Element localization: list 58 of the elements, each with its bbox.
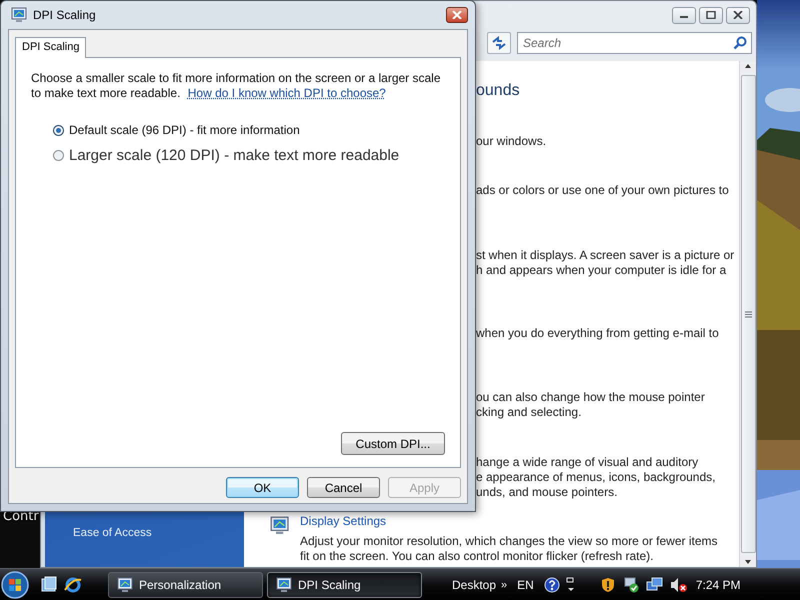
description-text: Choose a smaller scale to fit more information on the screen or a larger scale to make text more readable. How do I know which DPI to choose? [31, 71, 442, 101]
windows-stack-icon[interactable] [40, 576, 58, 594]
search-field[interactable]: Search [517, 32, 752, 54]
volume-muted-icon[interactable] [670, 576, 688, 592]
refresh-button[interactable] [487, 32, 511, 54]
description-text: st when it displays. A screen saver is a picture or [476, 248, 736, 263]
help-link[interactable]: How do I know which DPI to choose? [188, 86, 386, 100]
description-text: ou can also change how the mouse pointer [476, 390, 706, 405]
monitor-icon [268, 514, 290, 536]
monitor-icon [117, 576, 133, 592]
description-text: cking and selecting. [476, 405, 582, 420]
radio-option[interactable]: Default scale (96 DPI) - fit more information [53, 123, 445, 137]
description-text: when you do everything from getting e-mail to [476, 326, 720, 341]
description-text: fit on the screen. You can also control monitor flicker (refresh rate). [300, 549, 655, 564]
taskbar-button[interactable]: DPI Scaling [267, 572, 422, 598]
language-indicator[interactable]: EN [517, 578, 534, 592]
description-text: ads or colors or use one of your own pictures to [476, 183, 730, 198]
toolbar-label[interactable]: Desktop [452, 578, 496, 592]
scrollbar[interactable] [739, 61, 756, 567]
network-icon[interactable] [622, 576, 640, 592]
dialog-button[interactable]: Cancel [307, 477, 380, 498]
help-icon[interactable] [544, 576, 560, 592]
description-text: hange a wide range of visual and auditory [476, 455, 700, 470]
section-heading: ounds [476, 81, 521, 101]
description-text: our windows. [476, 134, 548, 149]
custom-dpi-button[interactable]: Custom DPI... [341, 432, 445, 455]
grip-icon [744, 310, 752, 318]
close-button[interactable] [446, 7, 468, 23]
close-icon [733, 11, 743, 19]
search-icon [733, 36, 747, 50]
toolbar-chevron[interactable]: » [501, 578, 508, 590]
maximize-button[interactable] [699, 6, 723, 24]
maximize-icon [706, 11, 716, 19]
radio-button[interactable] [53, 150, 64, 161]
display-settings-link[interactable]: Display Settings [300, 514, 718, 529]
close-button[interactable] [726, 6, 750, 24]
tab[interactable]: DPI Scaling [15, 37, 86, 58]
description-text: Adjust your monitor resolution, which changes the view so more or fewer items [300, 534, 718, 549]
shield-icon[interactable] [600, 576, 616, 592]
dialog-button[interactable]: OK [226, 477, 299, 498]
minimize-button[interactable] [672, 6, 696, 24]
sidebar-link[interactable]: Ease of Access [45, 527, 244, 539]
network-computers-icon[interactable] [646, 576, 664, 592]
browser-icon[interactable] [64, 576, 82, 594]
description-text: e appearance of menus, icons, backgrounds, [476, 470, 716, 485]
radio-button[interactable] [53, 124, 64, 136]
description-text: unds, and mouse pointers. [476, 485, 618, 500]
start-button[interactable] [0, 570, 30, 600]
monitor-icon [276, 576, 292, 592]
window-title: DPI Scaling [33, 8, 97, 22]
refresh-icon [491, 36, 507, 50]
close-icon [452, 11, 462, 19]
monitor-icon [11, 7, 27, 23]
radio-option[interactable]: Larger scale (120 DPI) - make text more readable [53, 147, 445, 164]
clock[interactable]: 7:24 PM [696, 578, 741, 592]
description-text: h and appears when your computer is idle for a [476, 263, 728, 278]
options-icon[interactable] [566, 576, 576, 592]
taskbar-button[interactable]: Personalization [108, 572, 263, 598]
